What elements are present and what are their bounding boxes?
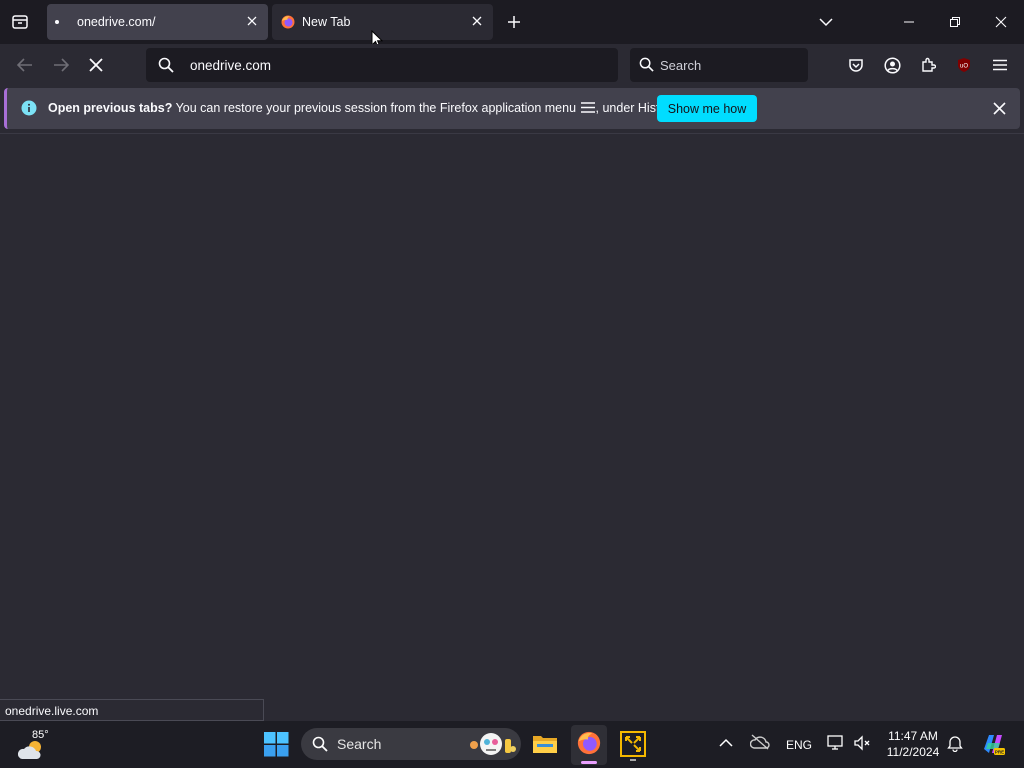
account-button[interactable]: [880, 53, 904, 77]
show-hidden-icons-button[interactable]: [719, 735, 737, 753]
forward-button[interactable]: [48, 52, 74, 78]
bell-icon: [947, 736, 963, 753]
hamburger-menu-icon: [993, 59, 1007, 71]
list-all-tabs-button[interactable]: [814, 10, 838, 34]
volume-tray-button[interactable]: [853, 734, 873, 754]
chevron-up-icon: [719, 738, 733, 747]
extensions-button[interactable]: [916, 53, 940, 77]
navigation-toolbar: onedrive.com Search uO: [0, 44, 1024, 86]
svg-text:PRE: PRE: [995, 750, 1004, 755]
app-menu-button[interactable]: [988, 53, 1012, 77]
start-button[interactable]: [264, 732, 289, 757]
back-button[interactable]: [12, 52, 38, 78]
info-icon: [21, 100, 37, 116]
clock-time: 11:47 AM: [888, 729, 938, 743]
firefox-taskbar-button[interactable]: [571, 725, 607, 765]
network-display-icon: [827, 735, 843, 750]
puzzle-icon: [922, 57, 936, 72]
pocket-button[interactable]: [844, 53, 868, 77]
stop-x-icon: [89, 58, 103, 72]
active-indicator: [581, 761, 597, 764]
notification-message: Open previous tabs? You can restore your…: [48, 101, 679, 115]
arrow-left-icon: [17, 58, 32, 72]
taskbar-search-label: Search: [337, 736, 382, 752]
tab-title: New Tab: [302, 15, 351, 29]
search-icon: [639, 57, 654, 72]
close-tab-button[interactable]: [469, 13, 485, 29]
close-window-button[interactable]: [984, 8, 1018, 36]
expand-arrows-icon: [620, 731, 646, 757]
notification-body: You can restore your previous session fr…: [172, 101, 577, 115]
session-restore-notification: Open previous tabs? You can restore your…: [4, 88, 1020, 129]
firefox-view-icon: [12, 15, 28, 29]
folder-icon: [533, 736, 557, 753]
network-tray-button[interactable]: [827, 734, 847, 754]
weather-widget[interactable]: 85°: [14, 727, 54, 763]
status-link-preview: onedrive.live.com: [0, 699, 264, 721]
search-bar[interactable]: Search: [630, 48, 808, 82]
weather-temperature: 85°: [32, 729, 49, 741]
show-me-how-button[interactable]: Show me how: [657, 95, 757, 122]
tab-title: onedrive.com/: [77, 15, 156, 29]
tab-onedrive[interactable]: onedrive.com/: [47, 4, 268, 40]
restore-icon: [950, 17, 960, 27]
file-explorer-button[interactable]: [529, 728, 561, 760]
notifications-button[interactable]: [947, 734, 967, 754]
url-text: onedrive.com: [190, 58, 272, 73]
plus-icon: [508, 16, 520, 28]
arrow-right-icon: [54, 58, 69, 72]
url-bar[interactable]: onedrive.com: [146, 48, 618, 82]
clock-date: 11/2/2024: [886, 745, 940, 759]
search-highlight-skull-icon: [470, 733, 516, 755]
close-notification-button[interactable]: [987, 96, 1011, 120]
snipping-tool-button[interactable]: [617, 728, 649, 761]
speaker-muted-icon: [854, 735, 870, 751]
windows-taskbar: 85° Search ENG 11:47 AM 11/2/2024 PRE: [0, 721, 1024, 768]
close-tab-button[interactable]: [244, 13, 260, 29]
restore-button[interactable]: [938, 8, 972, 36]
account-icon: [883, 56, 901, 74]
page-content[interactable]: [0, 134, 1024, 721]
tab-strip: onedrive.com/ New Tab: [0, 0, 1024, 49]
close-icon: [472, 16, 482, 26]
windows-logo-icon: [264, 732, 289, 757]
running-indicator: [630, 759, 636, 761]
ublock-extension-button[interactable]: uO: [952, 53, 976, 77]
search-placeholder: Search: [660, 58, 702, 73]
minimize-icon: [904, 21, 914, 23]
pocket-icon: [849, 59, 863, 72]
ublock-origin-icon: uO: [958, 58, 970, 72]
clock[interactable]: 11:47 AM 11/2/2024: [880, 728, 946, 762]
onedrive-tray-button[interactable]: [749, 734, 772, 754]
search-icon: [312, 736, 328, 752]
stop-button[interactable]: [83, 52, 109, 78]
minimize-button[interactable]: [892, 8, 926, 36]
search-icon: [158, 57, 174, 73]
firefox-logo-icon: [577, 731, 601, 755]
close-icon: [992, 101, 1006, 115]
svg-text:uO: uO: [960, 64, 968, 70]
taskbar-search[interactable]: Search: [301, 728, 521, 760]
copilot-button[interactable]: PRE: [980, 731, 1006, 757]
notification-title: Open previous tabs?: [48, 101, 173, 115]
firefox-logo-icon: [281, 15, 295, 29]
firefox-view-button[interactable]: [8, 10, 32, 34]
close-icon: [995, 16, 1007, 28]
language-indicator[interactable]: ENG: [786, 738, 812, 752]
partly-cloudy-icon: [18, 741, 41, 759]
copilot-icon: PRE: [984, 735, 1005, 755]
hamburger-menu-icon: [580, 102, 595, 113]
close-icon: [247, 16, 257, 26]
loading-dot-icon: [55, 20, 59, 24]
cloud-off-icon: [749, 734, 770, 750]
chevron-down-icon: [819, 18, 833, 27]
new-tab-button[interactable]: [502, 10, 526, 34]
